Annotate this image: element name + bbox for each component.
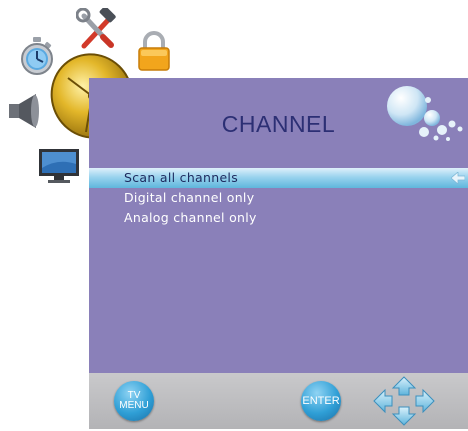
tv-menu-button[interactable]: TV MENU: [114, 381, 154, 421]
arrow-up-icon[interactable]: [391, 376, 417, 396]
monitor-icon[interactable]: [38, 148, 80, 184]
arrow-right-icon[interactable]: [415, 388, 435, 414]
channel-options-list: Scan all channels Digital channel only A…: [89, 168, 468, 228]
menu-item-digital-only[interactable]: Digital channel only: [89, 188, 468, 208]
arrow-left-icon[interactable]: [373, 388, 393, 414]
channel-menu-panel: CHANNEL Scan all channels Digital channe…: [89, 78, 468, 429]
enter-label: ENTER: [302, 395, 340, 407]
tv-menu-label-line2: MENU: [119, 400, 149, 411]
speaker-icon[interactable]: [6, 92, 42, 130]
tools-icon[interactable]: [75, 6, 118, 52]
menu-item-analog-only[interactable]: Analog channel only: [89, 208, 468, 228]
enter-button[interactable]: ENTER: [301, 381, 341, 421]
menu-item-label: Analog channel only: [124, 210, 257, 225]
menu-item-label: Scan all channels: [124, 170, 239, 185]
menu-item-label: Digital channel only: [124, 190, 255, 205]
selection-arrow-icon: [451, 172, 465, 184]
menu-item-scan-all[interactable]: Scan all channels: [89, 168, 468, 188]
bottom-control-bar: TV MENU ENTER: [89, 373, 468, 429]
bubbles-decoration: [386, 84, 468, 148]
navigation-arrows-icon[interactable]: [372, 375, 436, 427]
arrow-down-icon[interactable]: [391, 406, 417, 426]
